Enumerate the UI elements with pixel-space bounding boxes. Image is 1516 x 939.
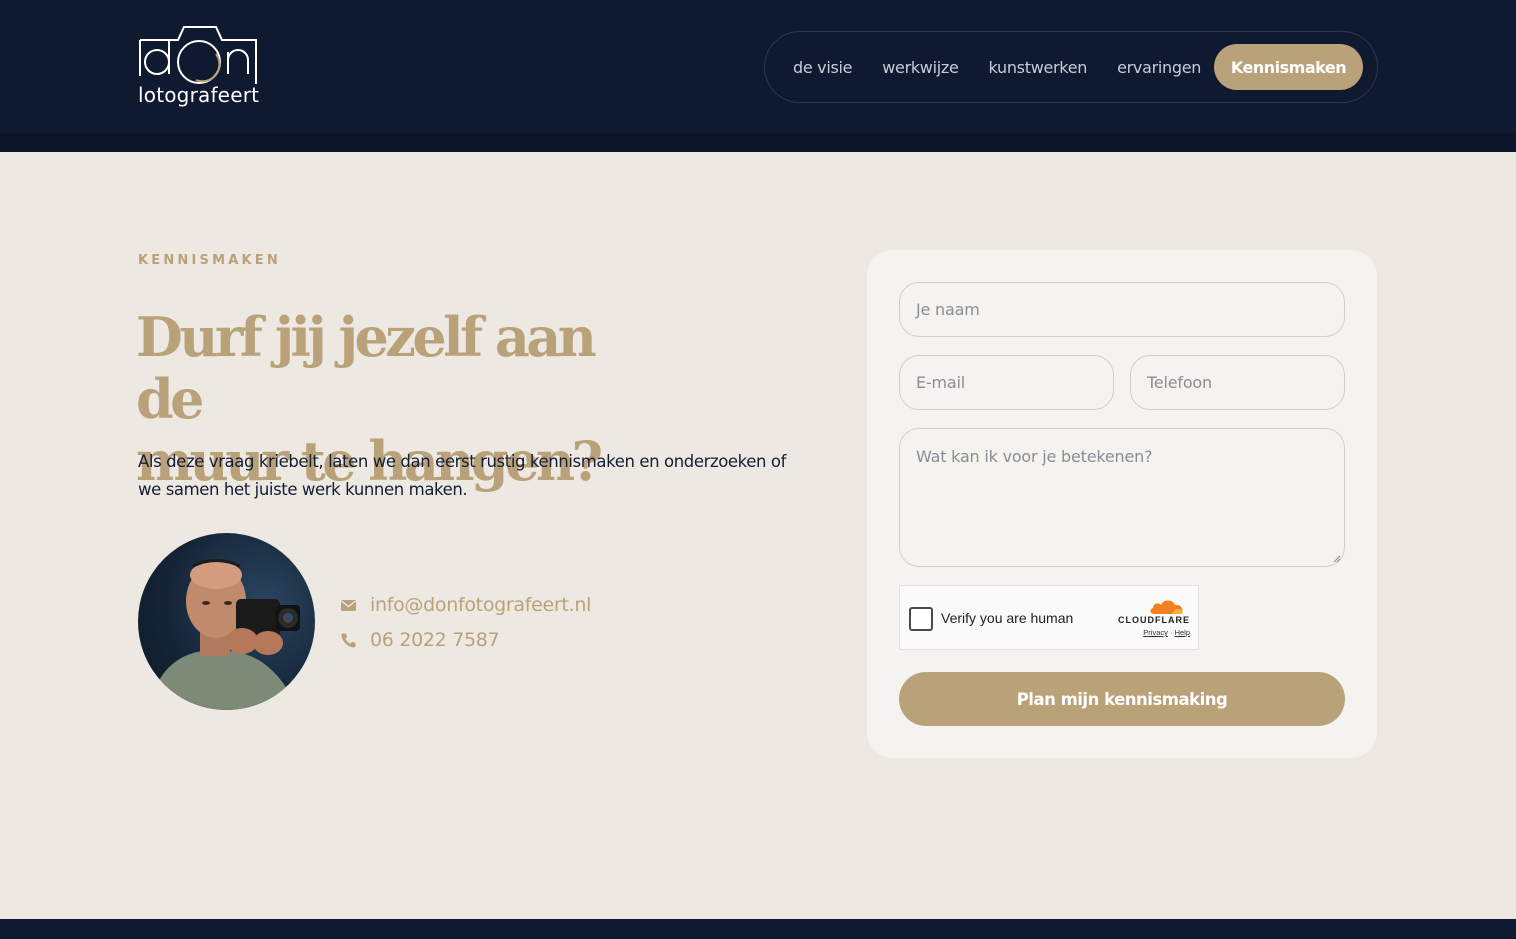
intro-text: Als deze vraag kriebelt, laten we dan ee… [138, 452, 786, 499]
cloudflare-cloud-icon [1150, 600, 1183, 614]
headline-line-1: Durf jij jezelf aan de [136, 305, 597, 431]
captcha-label: Verify you are human [941, 610, 1074, 626]
photographer-portrait-illustration [148, 559, 300, 710]
captcha-help-link[interactable]: Help [1175, 628, 1190, 637]
header-band [0, 133, 1516, 152]
contact-email[interactable]: info@donfotografeert.nl [340, 594, 591, 616]
site-header: lotografeert de visie werkwijze kunstwer… [0, 0, 1516, 152]
captcha-checkbox[interactable] [909, 607, 933, 631]
cloudflare-wordmark: CLOUDFLARE [1118, 615, 1190, 625]
submit-button[interactable]: Plan mijn kennismaking [899, 672, 1345, 726]
camera-logo-icon [139, 26, 257, 84]
nav-link-werkwijze[interactable]: werkwijze [882, 58, 959, 77]
nav-link-ervaringen[interactable]: ervaringen [1117, 58, 1201, 77]
section-eyebrow: KENNISMAKEN [138, 253, 281, 268]
phone-input[interactable]: Telefoon [1130, 355, 1345, 410]
message-textarea[interactable]: Wat kan ik voor je betekenen? [899, 428, 1345, 567]
footer-band [0, 919, 1516, 939]
photographer-avatar [138, 533, 315, 710]
phone-link[interactable]: 06 2022 7587 [370, 629, 500, 651]
kennismaken-button[interactable]: Kennismaken [1214, 44, 1363, 90]
email-link[interactable]: info@donfotografeert.nl [370, 594, 591, 616]
cloudflare-logo: CLOUDFLARE Privacy · Help [1114, 597, 1190, 639]
contact-phone[interactable]: 06 2022 7587 [340, 629, 500, 651]
nav-link-kunstwerken[interactable]: kunstwerken [989, 58, 1088, 77]
name-placeholder: Je naam [916, 300, 980, 319]
email-input[interactable]: E-mail [899, 355, 1114, 410]
email-placeholder: E-mail [916, 373, 965, 392]
resize-handle-icon[interactable] [1333, 555, 1341, 563]
logo-subtitle: lotografeert [138, 83, 260, 107]
nav-link-de-visie[interactable]: de visie [793, 58, 853, 77]
phone-icon [340, 632, 357, 649]
envelope-icon [340, 597, 357, 614]
captcha-links: Privacy · Help [1143, 628, 1190, 637]
main-nav: de visie werkwijze kunstwerken ervaringe… [764, 31, 1378, 103]
phone-placeholder: Telefoon [1147, 373, 1212, 392]
message-placeholder: Wat kan ik voor je betekenen? [916, 447, 1153, 466]
captcha-widget: Verify you are human CLOUDFLARE Privacy … [899, 585, 1199, 650]
name-input[interactable]: Je naam [899, 282, 1345, 337]
logo[interactable]: lotografeert [138, 24, 262, 110]
captcha-privacy-link[interactable]: Privacy [1143, 628, 1168, 637]
